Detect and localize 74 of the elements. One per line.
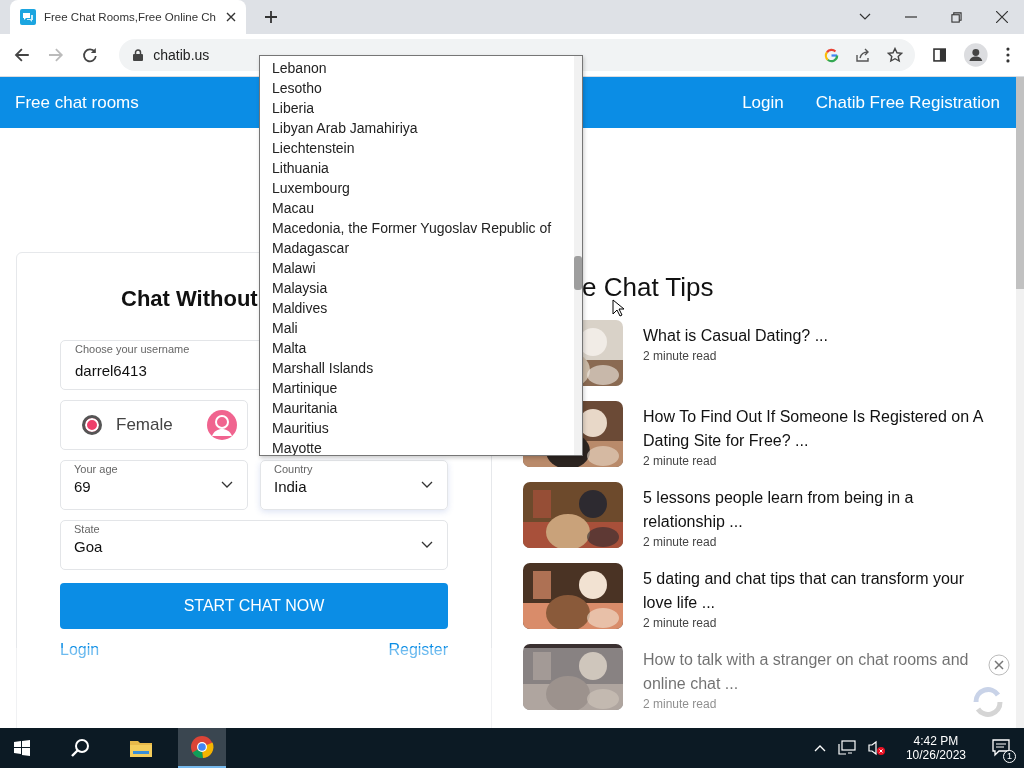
chevron-down-icon: [221, 481, 233, 489]
chevron-down-icon: [421, 541, 433, 549]
country-option[interactable]: Libyan Arab Jamahiriya: [260, 118, 574, 138]
g-icon[interactable]: [823, 47, 839, 63]
notification-badge: 1: [1003, 750, 1016, 763]
profile-icon[interactable]: [964, 43, 989, 67]
back-arrow-icon[interactable]: [14, 47, 30, 63]
side-panel-icon[interactable]: [932, 48, 947, 62]
share-icon[interactable]: [854, 47, 871, 63]
country-option[interactable]: Macau: [260, 198, 574, 218]
nav-link[interactable]: Chatib Free Registration: [815, 92, 1000, 113]
article-link[interactable]: How To Find Out If Someone Is Registered on A Dating Site for Free? ...: [643, 405, 993, 453]
browser-icon: [190, 735, 214, 759]
close-icon[interactable]: [996, 11, 1008, 23]
volume-muted-icon[interactable]: [867, 740, 886, 756]
gender-label: Female: [116, 415, 174, 435]
form-title: Chat Without: [121, 286, 258, 312]
article-link[interactable]: 5 lessons people learn from being in a relationship ...: [643, 486, 993, 534]
browser-tab[interactable]: Free Chat Rooms,Free Online Ch: [10, 0, 246, 34]
article-link[interactable]: What is Casual Dating? ...: [643, 324, 828, 348]
plus-icon[interactable]: [264, 10, 278, 24]
avatar-icon: [207, 410, 237, 440]
read-time: 2 minute read: [643, 616, 718, 630]
menu-icon[interactable]: [1006, 47, 1010, 63]
chevron-down-icon[interactable]: [859, 13, 871, 21]
chevron-down-icon: [421, 481, 433, 489]
country-option[interactable]: Maldives: [260, 298, 574, 318]
country-option[interactable]: Mali: [260, 318, 574, 338]
country-option[interactable]: Malawi: [260, 258, 574, 278]
nav-link[interactable]: Login: [742, 92, 784, 113]
chevron-up-icon[interactable]: [813, 744, 826, 752]
clock-date[interactable]: 10/26/2023: [905, 748, 966, 762]
read-time: 2 minute read: [643, 349, 718, 363]
chrome-taskbar-button[interactable]: [178, 728, 226, 768]
tab-title: Free Chat Rooms,Free Online Ch: [44, 11, 217, 23]
scrollbar-thumb[interactable]: [574, 256, 582, 290]
folder-icon[interactable]: [130, 739, 152, 757]
brand-link[interactable]: Free chat rooms: [15, 92, 139, 113]
reload-icon[interactable]: [81, 47, 98, 63]
network-icon[interactable]: [837, 740, 856, 756]
tips-heading: e Chat Tips: [582, 272, 714, 303]
read-time: 2 minute read: [643, 535, 718, 549]
chat-bubbles-icon: [20, 9, 36, 25]
scrollbar-thumb[interactable]: [1016, 77, 1024, 289]
gender-option[interactable]: Female: [60, 400, 248, 450]
close-icon[interactable]: [226, 12, 236, 22]
country-option[interactable]: Macedonia, the Former Yugoslav Republic of: [260, 218, 574, 238]
read-time: 2 minute read: [643, 697, 718, 711]
star-icon[interactable]: [886, 47, 903, 63]
country-option[interactable]: Mayotte: [260, 438, 574, 455]
notifications-icon[interactable]: [992, 739, 1010, 757]
start-chat-button[interactable]: START CHAT NOW: [60, 583, 448, 629]
country-option[interactable]: Lebanon: [260, 58, 574, 78]
lock-icon: [133, 49, 144, 61]
country-option[interactable]: Liberia: [260, 98, 574, 118]
clock-time[interactable]: 4:42 PM: [913, 734, 959, 748]
country-option[interactable]: Lesotho: [260, 78, 574, 98]
country-option[interactable]: Madagascar: [260, 238, 574, 258]
windows-start-icon[interactable]: [14, 740, 30, 756]
age-select[interactable]: Your age 69: [60, 460, 248, 510]
country-option[interactable]: Mauritius: [260, 418, 574, 438]
state-select[interactable]: State Goa: [60, 520, 448, 570]
restore-icon[interactable]: [951, 11, 962, 23]
country-option[interactable]: Mauritania: [260, 398, 574, 418]
cursor-icon: [612, 299, 624, 317]
country-option[interactable]: Luxembourg: [260, 178, 574, 198]
read-time: 2 minute read: [643, 454, 718, 468]
country-option[interactable]: Malaysia: [260, 278, 574, 298]
article-link[interactable]: 5 dating and chat tips that can transform your love life ...: [643, 567, 993, 615]
country-option[interactable]: Lithuania: [260, 158, 574, 178]
radio-button[interactable]: [82, 415, 102, 435]
country-option[interactable]: Liechtenstein: [260, 138, 574, 158]
country-select[interactable]: Country India: [260, 460, 448, 510]
search-icon[interactable]: [70, 738, 90, 758]
